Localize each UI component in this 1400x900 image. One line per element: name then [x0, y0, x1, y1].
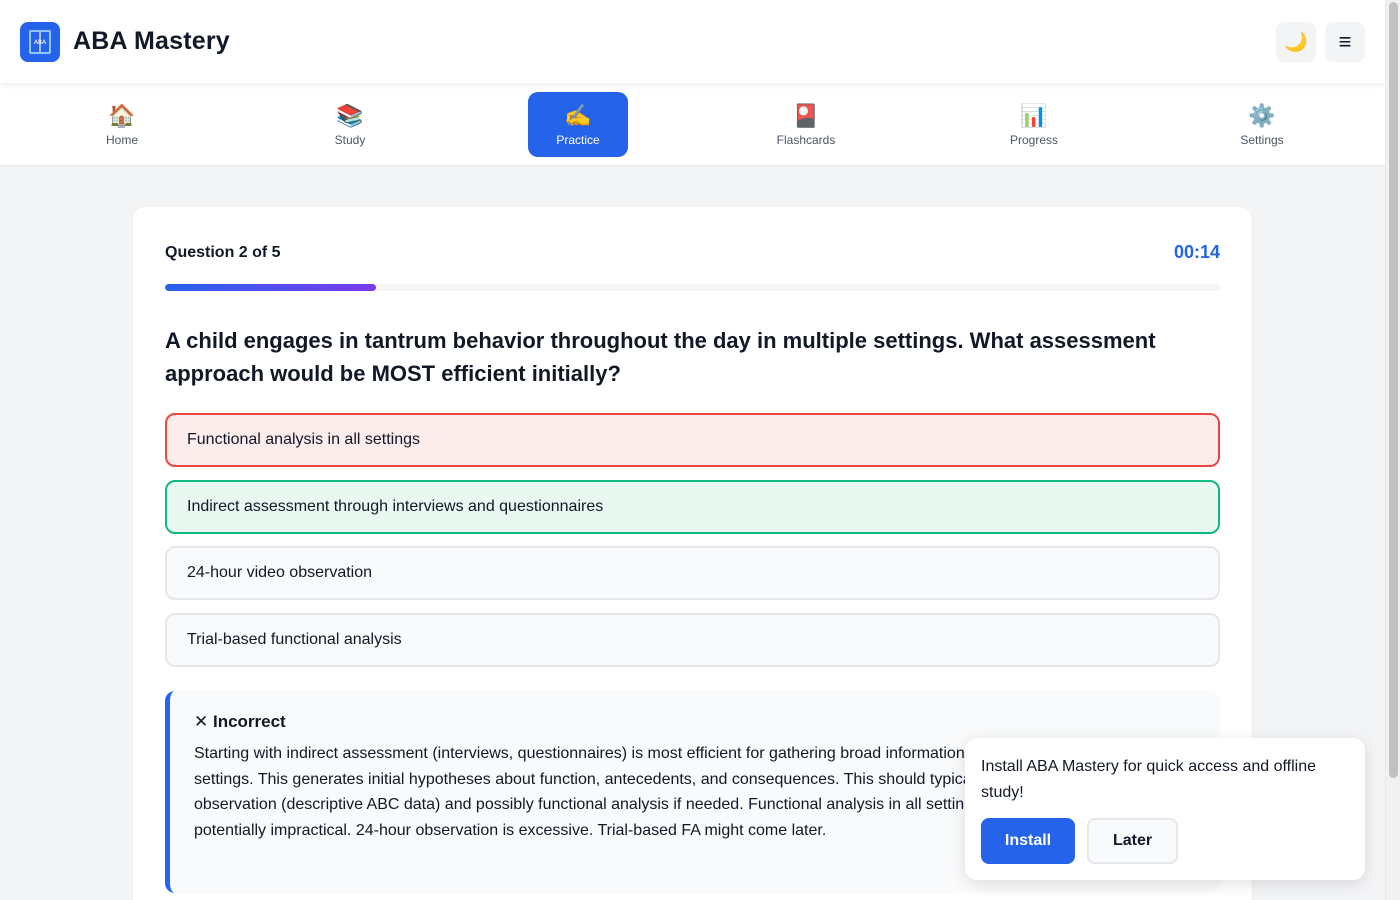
- install-prompt: Install ABA Mastery for quick access and…: [965, 738, 1365, 880]
- question-text: A child engages in tantrum behavior thro…: [165, 328, 1156, 386]
- nav-item-flashcards[interactable]: 🎴 Flashcards: [756, 92, 856, 157]
- answer-option[interactable]: Indirect assessment through interviews a…: [165, 480, 1220, 534]
- theme-toggle-button[interactable]: 🌙: [1276, 21, 1316, 62]
- quiz-timer: 00:14: [1173, 242, 1220, 262]
- nav-item-settings[interactable]: ⚙️ Settings: [1212, 92, 1312, 157]
- moon-icon: 🌙: [1284, 31, 1308, 53]
- answer-option-text: 24-hour video observation: [187, 564, 373, 581]
- answer-option[interactable]: Functional analysis in all settings: [165, 413, 1220, 467]
- nav-item-study[interactable]: 📚 Study: [300, 92, 400, 157]
- house-icon: 🏠: [108, 103, 136, 128]
- writing-hand-icon: ✍️: [564, 103, 592, 128]
- nav-item-label: Progress: [1009, 133, 1059, 147]
- nav-item-label: Flashcards: [776, 133, 836, 147]
- answer-option-text: Trial-based functional analysis: [187, 631, 402, 648]
- answer-option[interactable]: Trial-based functional analysis: [165, 613, 1220, 667]
- answer-option-text: Functional analysis in all settings: [187, 431, 421, 448]
- nav-item-progress[interactable]: 📊 Progress: [984, 92, 1084, 157]
- main-nav: 🏠 Home 📚 Study ✍️ Practice 🎴 Flashcards …: [0, 83, 1385, 166]
- nav-item-label: Settings: [1240, 133, 1284, 147]
- answer-option[interactable]: 24-hour video observation: [165, 546, 1220, 600]
- nav-item-practice[interactable]: ✍️ Practice: [528, 92, 628, 157]
- app-header: ABA ABA Mastery 🌙 ≡: [0, 0, 1385, 83]
- gear-icon: ⚙️: [1248, 103, 1276, 128]
- install-button[interactable]: Install: [981, 818, 1075, 864]
- nav-item-home[interactable]: 🏠 Home: [72, 92, 172, 157]
- question-counter: Question 2 of 5: [165, 244, 281, 261]
- answer-option-text: Indirect assessment through interviews a…: [187, 498, 604, 515]
- bar-chart-icon: 📊: [1020, 103, 1048, 128]
- menu-button[interactable]: ≡: [1325, 21, 1365, 62]
- quiz-progress-bar: [165, 284, 1220, 291]
- flower-card-icon: 🎴: [792, 103, 820, 128]
- app-title: ABA Mastery: [73, 27, 230, 55]
- nav-item-label: Home: [105, 133, 138, 147]
- scrollbar-thumb[interactable]: [1389, 2, 1398, 778]
- later-button[interactable]: Later: [1087, 818, 1178, 864]
- books-icon: 📚: [336, 103, 364, 128]
- page-scrollbar[interactable]: [1385, 0, 1400, 900]
- quiz-progress-fill: [165, 284, 376, 291]
- nav-item-label: Study: [334, 133, 366, 147]
- install-message: Install ABA Mastery for quick access and…: [981, 758, 1316, 801]
- feedback-title: ✕ Incorrect: [194, 712, 286, 731]
- book-logo-icon: ABA: [20, 21, 60, 62]
- hamburger-menu-icon: ≡: [1338, 28, 1352, 54]
- nav-item-label: Practice: [556, 133, 600, 147]
- svg-text:ABA: ABA: [34, 39, 47, 46]
